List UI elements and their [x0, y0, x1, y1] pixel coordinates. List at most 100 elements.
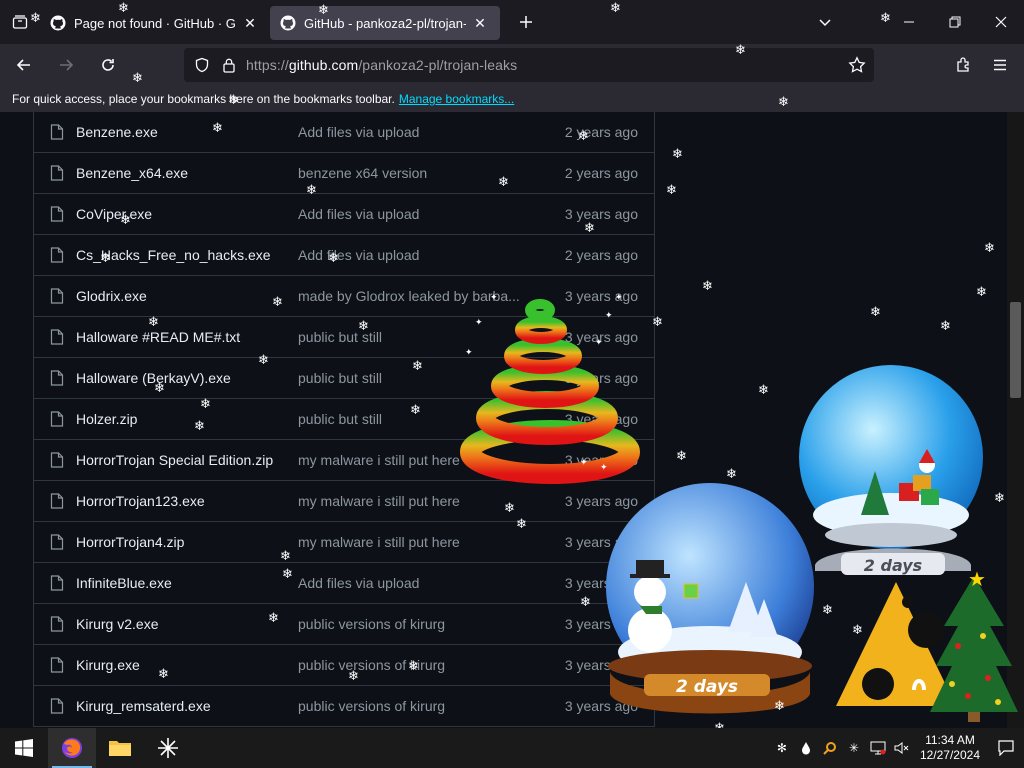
file-row[interactable]: HorrorTrojan123.exe my malware i still pu…: [34, 481, 654, 522]
file-name-link[interactable]: Kirurg.exe: [76, 657, 140, 673]
file-row[interactable]: Kirurg.exe public versions of kirurg 3 yea…: [34, 645, 654, 686]
snowflake-icon: ❄: [410, 403, 421, 418]
menu-button[interactable]: [982, 47, 1018, 83]
file-row[interactable]: HorrorTrojan Special Edition.zip my malwa…: [34, 440, 654, 481]
manage-bookmarks-link[interactable]: Manage bookmarks...: [399, 92, 514, 106]
snowflake-icon: ❄: [318, 3, 329, 18]
reload-button[interactable]: [90, 47, 126, 83]
file-icon: [50, 411, 64, 427]
minimize-button[interactable]: [886, 0, 932, 44]
tray-droplet-icon[interactable]: [794, 728, 818, 768]
file-row[interactable]: Kirurg_remsaterd.exe public versions of k…: [34, 686, 654, 727]
url-bar[interactable]: https://github.com/pankoza2-pl/trojan-le…: [184, 48, 874, 82]
commit-message-link[interactable]: public versions of kirurg: [298, 698, 445, 714]
windows-logo-icon: [15, 739, 33, 757]
tray-snowflake-icon[interactable]: ✳: [842, 728, 866, 768]
file-icon: [50, 206, 64, 222]
tray-people-icon[interactable]: ✻: [770, 728, 794, 768]
file-name-link[interactable]: Benzene_x64.exe: [76, 165, 188, 181]
file-name-link[interactable]: HorrorTrojan Special Edition.zip: [76, 452, 273, 468]
tray-search-icon[interactable]: [818, 728, 842, 768]
commit-message-link[interactable]: Add files via upload: [298, 124, 419, 140]
taskbar-snow-app[interactable]: [144, 728, 192, 768]
file-row[interactable]: HorrorTrojan4.zip my malware i still put …: [34, 522, 654, 563]
commit-message-link[interactable]: my malware i still put here: [298, 534, 460, 550]
file-icon: [50, 288, 64, 304]
snowflake-icon: ❄: [870, 305, 881, 320]
forward-button[interactable]: [48, 47, 84, 83]
commit-message-link[interactable]: benzene x64 version: [298, 165, 427, 181]
snowflake-icon: ❄: [774, 699, 785, 714]
commit-message-link[interactable]: public but still: [298, 329, 382, 345]
commit-message-link[interactable]: made by Glodrox leaked by barba...: [298, 288, 520, 304]
lock-icon[interactable]: [222, 57, 236, 73]
snowflake-icon: ❄: [100, 251, 111, 266]
snowflake-icon: ❄: [228, 93, 239, 108]
file-name-link[interactable]: Kirurg v2.exe: [76, 616, 158, 632]
commit-message-link[interactable]: public but still: [298, 370, 382, 386]
url-text[interactable]: https://github.com/pankoza2-pl/trojan-le…: [246, 57, 517, 73]
tab-page-not-found[interactable]: Page not found · GitHub · GitHub ✕: [40, 6, 270, 40]
file-name-link[interactable]: Glodrix.exe: [76, 288, 147, 304]
tray-volume-muted-icon[interactable]: [890, 728, 914, 768]
commit-date: 3 years ago: [564, 698, 638, 714]
taskbar-file-explorer[interactable]: [96, 728, 144, 768]
file-name-link[interactable]: Kirurg_remsaterd.exe: [76, 698, 211, 714]
scrollbar-thumb[interactable]: [1010, 302, 1021, 398]
commit-date: 3 years ago: [564, 534, 638, 550]
file-row[interactable]: Kirurg v2.exe public versions of kirurg 3 …: [34, 604, 654, 645]
snowflake-icon: ❄: [880, 11, 891, 26]
taskbar-clock[interactable]: 11:34 AM 12/27/2024: [920, 733, 980, 763]
file-icon: [50, 247, 64, 263]
file-name-link[interactable]: Holzer.zip: [76, 411, 137, 427]
list-all-tabs-button[interactable]: [802, 0, 848, 44]
tray-network-icon[interactable]: [866, 728, 890, 768]
commit-message-link[interactable]: public versions of kirurg: [298, 616, 445, 632]
file-name-link[interactable]: Benzene.exe: [76, 124, 158, 140]
close-window-button[interactable]: [978, 0, 1024, 44]
close-icon: [995, 16, 1007, 28]
snowflake-icon: [158, 738, 178, 758]
commit-message-link[interactable]: my malware i still put here: [298, 493, 460, 509]
file-row[interactable]: Halloware (BerkayV).exe public but still 3…: [34, 358, 654, 399]
commit-message-link[interactable]: Add files via upload: [298, 247, 419, 263]
file-row[interactable]: Cs_Hacks_Free_no_hacks.exe Add files via …: [34, 235, 654, 276]
file-icon: [50, 370, 64, 386]
file-name-link[interactable]: HorrorTrojan4.zip: [76, 534, 184, 550]
file-row[interactable]: InfiniteBlue.exe Add files via upload 3 ye…: [34, 563, 654, 604]
file-row[interactable]: Holzer.zip public but still 3 years ago: [34, 399, 654, 440]
start-button[interactable]: [0, 728, 48, 768]
tab-trojan-leaks[interactable]: GitHub - pankoza2-pl/trojan-leaks ✕: [270, 6, 500, 40]
back-button[interactable]: [6, 47, 42, 83]
commit-message-link[interactable]: Add files via upload: [298, 575, 419, 591]
snowflake-icon: ❄: [412, 359, 423, 374]
file-row[interactable]: Benzene.exe Add files via upload 2 years a…: [34, 112, 654, 153]
tab-close-icon[interactable]: ✕: [240, 13, 260, 33]
file-name-link[interactable]: HorrorTrojan123.exe: [76, 493, 205, 509]
commit-date: 3 years ago: [564, 288, 638, 304]
page-scrollbar[interactable]: [1007, 112, 1024, 728]
shield-icon[interactable]: [194, 57, 210, 73]
extensions-button[interactable]: [946, 47, 982, 83]
file-name-link[interactable]: Halloware #READ ME#.txt: [76, 329, 240, 345]
new-tab-button[interactable]: [508, 4, 544, 40]
commit-message-link[interactable]: my malware i still put here: [298, 452, 460, 468]
file-name-link[interactable]: CoViper.exe: [76, 206, 152, 222]
action-center-button[interactable]: [988, 728, 1024, 768]
commit-message-link[interactable]: Add files via upload: [298, 206, 419, 222]
file-row[interactable]: Glodrix.exe made by Glodrox leaked by bar…: [34, 276, 654, 317]
file-icon: [50, 452, 64, 468]
snowflake-icon: ❄: [30, 11, 41, 26]
file-row[interactable]: Halloware #READ ME#.txt public but still 3…: [34, 317, 654, 358]
tab-close-icon[interactable]: ✕: [470, 13, 490, 33]
snowflake-icon: ❄: [272, 295, 283, 310]
taskbar-firefox[interactable]: [48, 728, 96, 768]
commit-message-link[interactable]: public but still: [298, 411, 382, 427]
commit-date: 3 years ago: [564, 616, 638, 632]
file-row[interactable]: Benzene_x64.exe benzene x64 version 2 year…: [34, 153, 654, 194]
snowflake-icon: ❄: [852, 623, 863, 638]
bookmark-star-icon[interactable]: [848, 56, 866, 74]
file-name-link[interactable]: InfiniteBlue.exe: [76, 575, 172, 591]
restore-button[interactable]: [932, 0, 978, 44]
commit-message-link[interactable]: public versions of kirurg: [298, 657, 445, 673]
